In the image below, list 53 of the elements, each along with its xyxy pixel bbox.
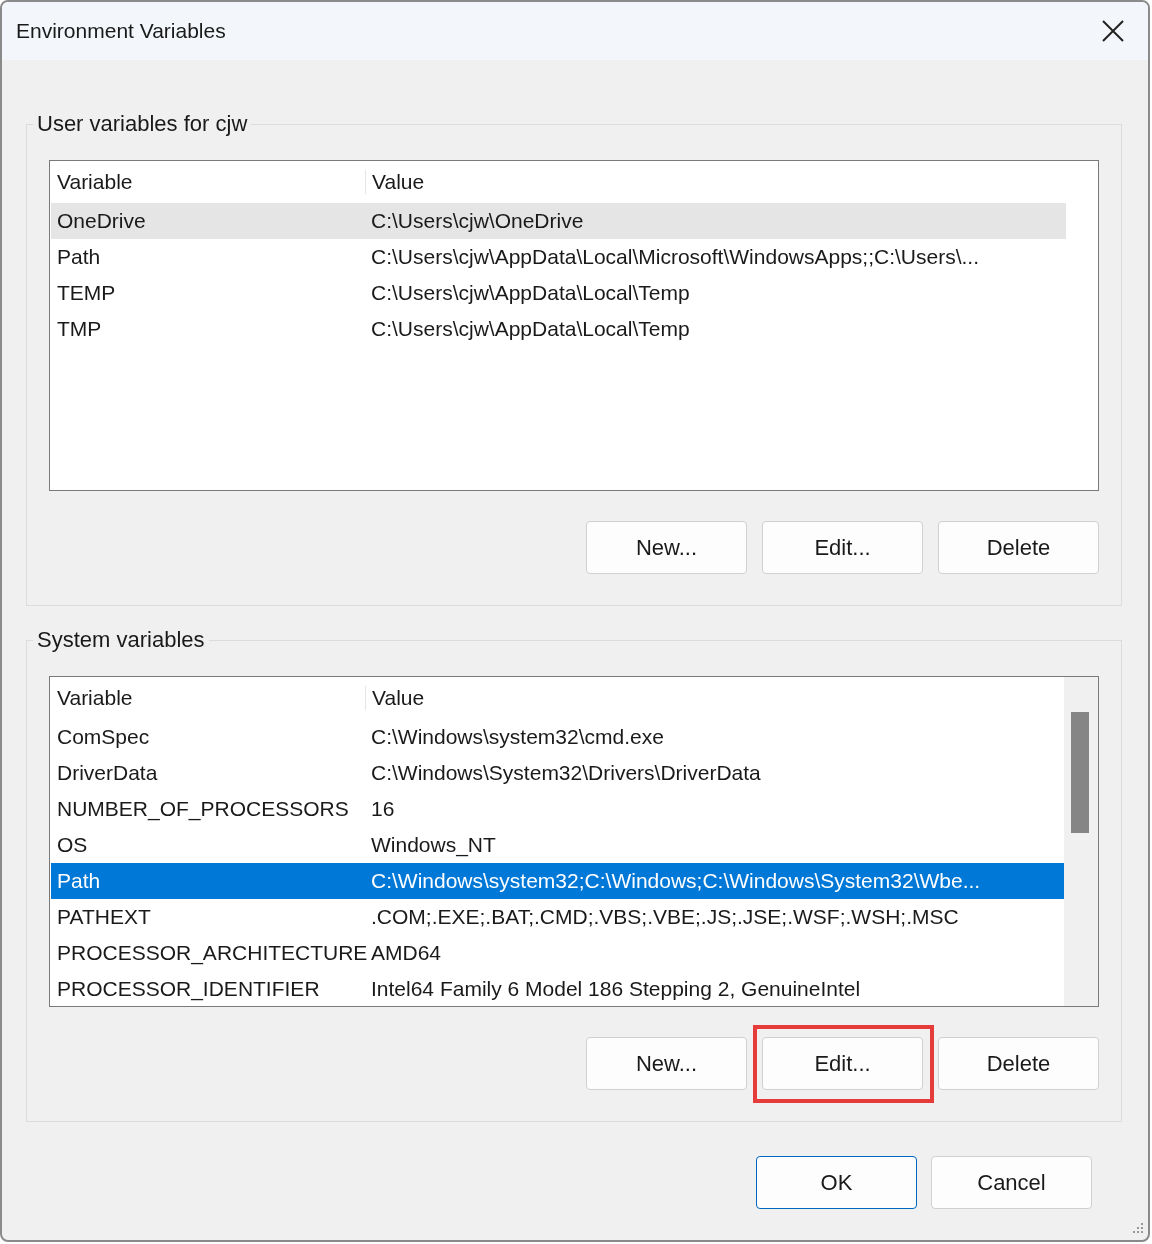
variable-value: 16 (370, 797, 395, 821)
table-row[interactable]: TMP C:\Users\cjw\AppData\Local\Temp (51, 311, 1066, 347)
variable-value: C:\Users\cjw\AppData\Local\Temp (370, 281, 690, 305)
dialog-button[interactable]: Cancel (931, 1156, 1092, 1209)
variable-value: C:\Windows\system32;C:\Windows;C:\Windows\System32\Wbe... (370, 869, 981, 893)
variable-name: TEMP (56, 281, 117, 305)
variable-value: C:\Users\cjw\AppData\Local\Microsoft\WindowsApps;;C:\Users\... (370, 245, 979, 269)
variable-name: Path (56, 869, 102, 893)
window-title: Environment Variables (16, 19, 226, 43)
close-icon[interactable] (1102, 20, 1124, 42)
table-row[interactable]: Path C:\Windows\system32;C:\Windows;C:\Windows\System32\Wbe... (51, 863, 1065, 899)
column-header[interactable]: Variable (51, 686, 366, 710)
action-button[interactable]: Edit... (762, 521, 923, 574)
action-button[interactable]: Delete (938, 1037, 1099, 1090)
variable-name: DriverData (56, 761, 159, 785)
variable-value: C:\Users\cjw\AppData\Local\Temp (370, 317, 690, 341)
table-row[interactable]: PROCESSOR_IDENTIFIER Intel64 Family 6 Model 186 Stepping 2, GenuineIntel (51, 971, 1065, 1006)
variable-name: TMP (56, 317, 103, 341)
column-header[interactable]: Value (366, 170, 425, 194)
variable-value: C:\Users\cjw\OneDrive (370, 209, 584, 233)
variable-value: AMD64 (370, 941, 442, 965)
variable-value: C:\Windows\system32\cmd.exe (370, 725, 664, 749)
variable-value: Intel64 Family 6 Model 186 Stepping 2, GenuineIntel (370, 977, 861, 1001)
dialog-button[interactable]: OK (756, 1156, 917, 1209)
table-row[interactable]: OneDrive C:\Users\cjw\OneDrive (51, 203, 1066, 239)
variable-value: Windows_NT (370, 833, 496, 857)
variable-name: ComSpec (56, 725, 151, 749)
variable-name: OneDrive (56, 209, 147, 233)
column-header[interactable]: Variable (51, 170, 366, 194)
table-row[interactable]: PROCESSOR_ARCHITECTURE AMD64 (51, 935, 1065, 971)
scrollbar[interactable] (1064, 677, 1098, 1006)
variable-name: OS (56, 833, 89, 857)
variable-name: PROCESSOR_ARCHITECTURE (56, 941, 365, 965)
variable-value: .COM;.EXE;.BAT;.CMD;.VBS;.VBE;.JS;.JSE;.WSF;.WSH;.MSC (370, 905, 959, 929)
variable-name: Path (56, 245, 102, 269)
variable-value: C:\Windows\System32\Drivers\DriverData (370, 761, 761, 785)
variable-name: NUMBER_OF_PROCESSORS (56, 797, 350, 821)
scrollbar-thumb[interactable] (1071, 712, 1090, 833)
table-row[interactable]: TEMP C:\Users\cjw\AppData\Local\Temp (51, 275, 1066, 311)
table-row[interactable]: PATHEXT .COM;.EXE;.BAT;.CMD;.VBS;.VBE;.JS;.JSE;.WSF;.WSH;.MSC (51, 899, 1065, 935)
resize-grip-icon[interactable] (1130, 1222, 1144, 1236)
variable-name: PROCESSOR_IDENTIFIER (56, 977, 321, 1001)
table-row[interactable]: NUMBER_OF_PROCESSORS 16 (51, 791, 1065, 827)
column-header[interactable]: Value (366, 686, 425, 710)
action-button[interactable]: Delete (938, 521, 1099, 574)
action-button[interactable]: New... (586, 521, 747, 574)
table-row[interactable]: Path C:\Users\cjw\AppData\Local\Microsoft\WindowsApps;;C:\Users\... (51, 239, 1066, 275)
table-row[interactable]: DriverData C:\Windows\System32\Drivers\DriverData (51, 755, 1065, 791)
action-button[interactable]: New... (586, 1037, 747, 1090)
variable-name: PATHEXT (56, 905, 152, 929)
table-row[interactable]: OS Windows_NT (51, 827, 1065, 863)
action-button[interactable]: Edit... (762, 1037, 923, 1090)
table-row[interactable]: ComSpec C:\Windows\system32\cmd.exe (51, 719, 1065, 755)
